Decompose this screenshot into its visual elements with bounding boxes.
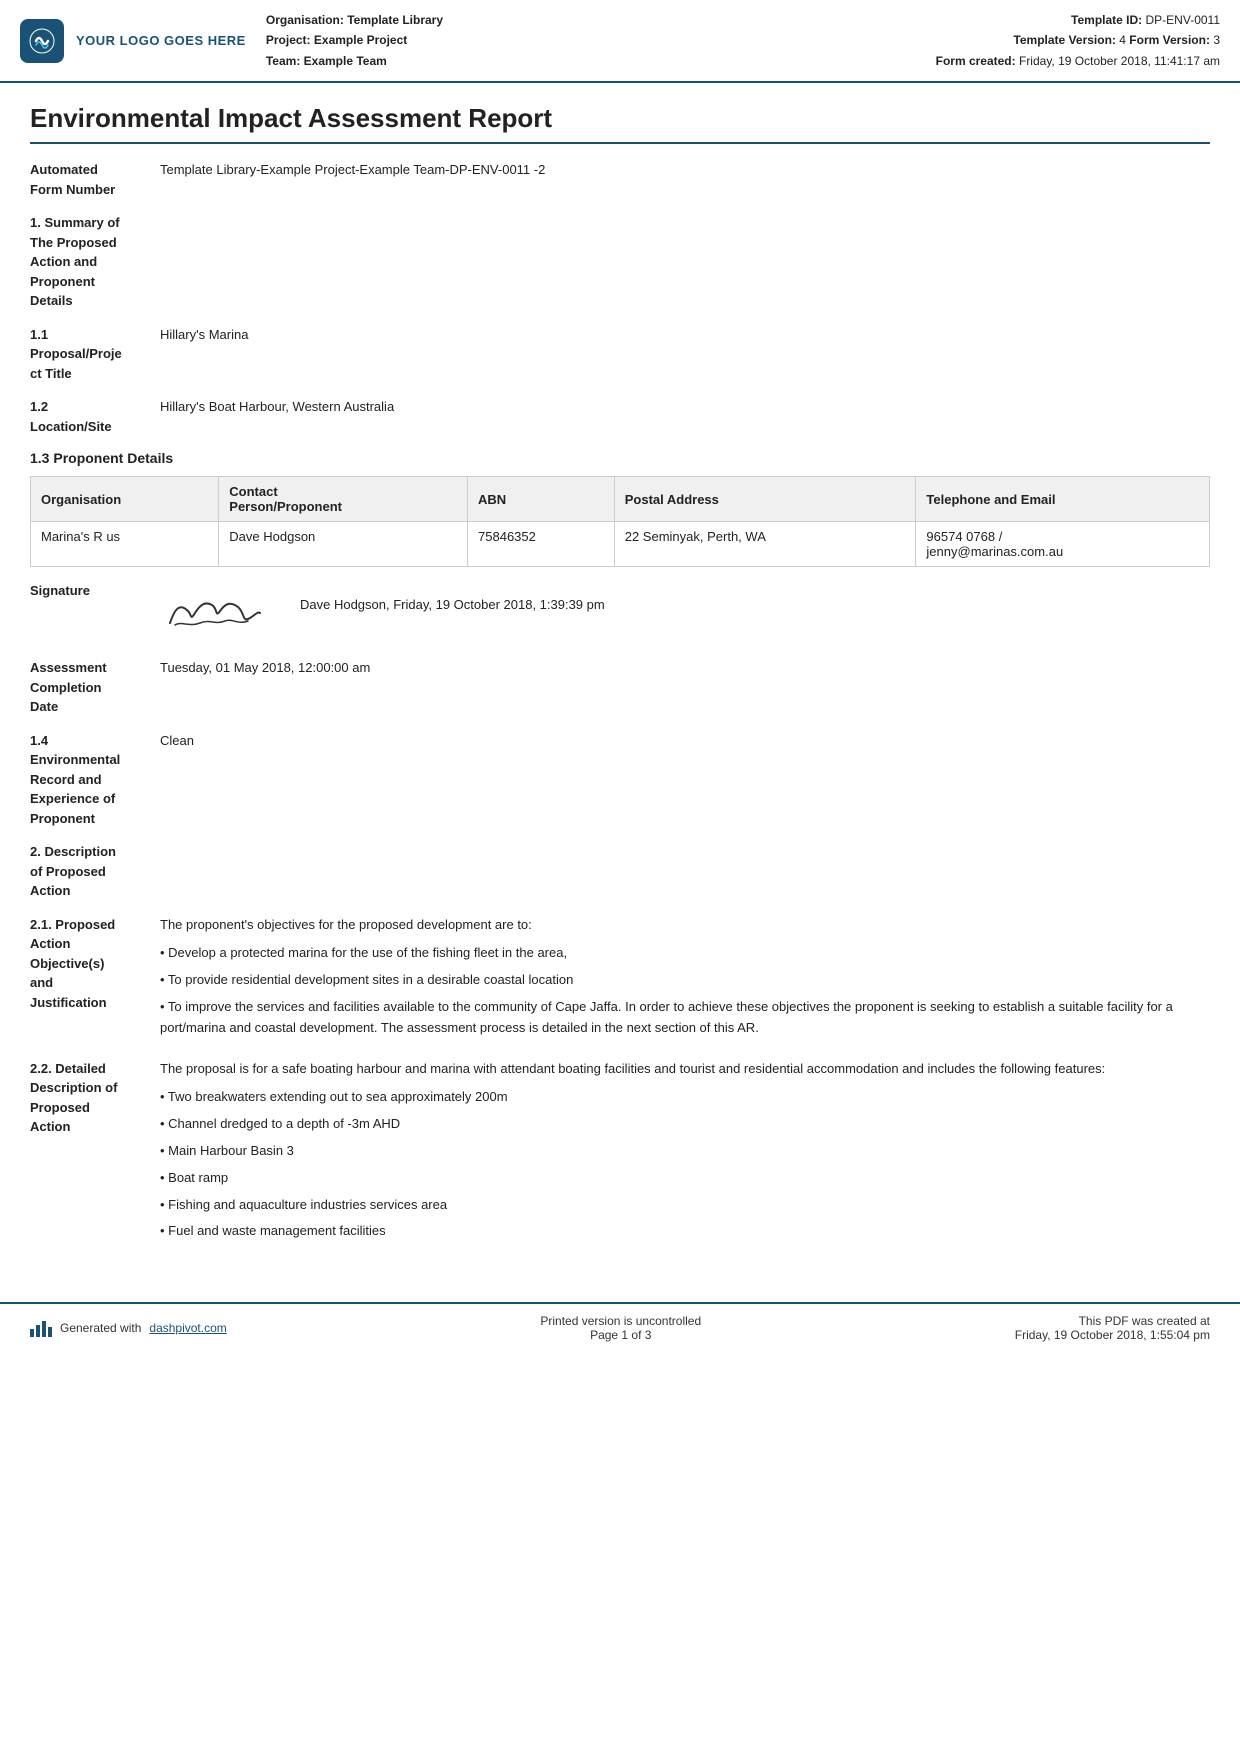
table-cell-organisation: Marina's R us (31, 522, 219, 567)
automated-form-number-label: AutomatedForm Number (30, 160, 160, 199)
team-label: Team: (266, 54, 300, 68)
logo-section: YOUR LOGO GOES HERE (20, 10, 246, 71)
footer-right: This PDF was created at Friday, 19 Octob… (1015, 1314, 1210, 1342)
field-1-4-row: 1.4EnvironmentalRecord andExperience ofP… (30, 731, 1210, 829)
template-version-label: Template Version: (1013, 33, 1115, 47)
bullet-2-1-3: • To improve the services and facilities… (160, 997, 1210, 1039)
form-version-label: Form Version: (1129, 33, 1210, 47)
field-1-2-label: 1.2Location/Site (30, 397, 160, 436)
section1-row: 1. Summary ofThe ProposedAction andPropo… (30, 213, 1210, 311)
field-1-1-label: 1.1Proposal/Project Title (30, 325, 160, 384)
bar-4 (48, 1327, 52, 1337)
main-content: Environmental Impact Assessment Report A… (0, 83, 1240, 1282)
form-created-value: Friday, 19 October 2018, 11:41:17 am (1019, 54, 1220, 68)
section-1-3-heading: 1.3 Proponent Details (30, 450, 1210, 466)
footer-pdf-created-1: This PDF was created at (1015, 1314, 1210, 1328)
table-header-postal: Postal Address (614, 477, 916, 522)
field-1-4-value: Clean (160, 731, 1210, 829)
field-2-2-label: 2.2. DetailedDescription ofProposedActio… (30, 1059, 160, 1249)
bullet-2-2-6: • Fuel and waste management facilities (160, 1221, 1210, 1242)
bar-1 (30, 1329, 34, 1337)
signature-row: Signature Dave Hodgson, Friday, 19 Octob… (30, 583, 1210, 638)
org-label: Organisation: (266, 13, 344, 27)
field-2-1-value: The proponent's objectives for the propo… (160, 915, 1210, 1045)
table-header-organisation: Organisation (31, 477, 219, 522)
field-2-2-row: 2.2. DetailedDescription ofProposedActio… (30, 1059, 1210, 1249)
header-meta: Organisation: Template Library Project: … (266, 10, 916, 71)
table-cell-postal: 22 Seminyak, Perth, WA (614, 522, 916, 567)
proponent-table: Organisation ContactPerson/Proponent ABN… (30, 476, 1210, 567)
table-row: Marina's R us Dave Hodgson 75846352 22 S… (31, 522, 1210, 567)
field-1-2-row: 1.2Location/Site Hillary's Boat Harbour,… (30, 397, 1210, 436)
footer-left: Generated with dashpivot.com (30, 1319, 227, 1337)
table-header-telephone: Telephone and Email (916, 477, 1210, 522)
field-2-2-intro: The proposal is for a safe boating harbo… (160, 1059, 1210, 1080)
bullet-2-2-2: • Channel dredged to a depth of -3m AHD (160, 1114, 1210, 1135)
template-id-value: DP-ENV-0011 (1146, 13, 1220, 27)
bar-2 (36, 1325, 40, 1337)
section2-row: 2. Descriptionof ProposedAction (30, 842, 1210, 901)
footer-center: Printed version is uncontrolled Page 1 o… (540, 1314, 701, 1342)
bullet-2-1-2: • To provide residential development sit… (160, 970, 1210, 991)
bar-3 (42, 1321, 46, 1337)
section2-label: 2. Descriptionof ProposedAction (30, 842, 160, 901)
bullet-2-2-4: • Boat ramp (160, 1168, 1210, 1189)
field-2-2-value: The proposal is for a safe boating harbo… (160, 1059, 1210, 1249)
footer-pdf-created-2: Friday, 19 October 2018, 1:55:04 pm (1015, 1328, 1210, 1342)
project-value: Example Project (314, 33, 407, 47)
org-value: Template Library (347, 13, 443, 27)
footer-bars-icon (30, 1319, 52, 1337)
project-label: Project: (266, 33, 311, 47)
footer-print-notice: Printed version is uncontrolled (540, 1314, 701, 1328)
section2-value (160, 842, 1210, 901)
field-2-1-label: 2.1. ProposedActionObjective(s)andJustif… (30, 915, 160, 1045)
section1-value (160, 213, 1210, 311)
assessment-completion-label: AssessmentCompletionDate (30, 658, 160, 717)
bullet-2-2-5: • Fishing and aquaculture industries ser… (160, 1195, 1210, 1216)
form-created-label: Form created: (936, 54, 1016, 68)
assessment-completion-value: Tuesday, 01 May 2018, 12:00:00 am (160, 658, 1210, 717)
signature-image (160, 583, 270, 638)
logo-icon (20, 19, 64, 63)
footer-generated-text: Generated with (60, 1321, 141, 1335)
template-id-label: Template ID: (1071, 13, 1142, 27)
automated-form-number-value: Template Library-Example Project-Example… (160, 160, 1210, 199)
field-1-1-value: Hillary's Marina (160, 325, 1210, 384)
report-title: Environmental Impact Assessment Report (30, 103, 1210, 144)
table-cell-telephone: 96574 0768 /jenny@marinas.com.au (916, 522, 1210, 567)
table-header-abn: ABN (468, 477, 615, 522)
bullet-2-1-1: • Develop a protected marina for the use… (160, 943, 1210, 964)
template-version-value: 4 (1119, 33, 1126, 47)
field-1-4-label: 1.4EnvironmentalRecord andExperience ofP… (30, 731, 160, 829)
logo-text: YOUR LOGO GOES HERE (76, 33, 246, 48)
field-2-1-intro: The proponent's objectives for the propo… (160, 915, 1210, 936)
signature-detail: Dave Hodgson, Friday, 19 October 2018, 1… (300, 583, 605, 612)
page-header: YOUR LOGO GOES HERE Organisation: Templa… (0, 0, 1240, 83)
footer-link[interactable]: dashpivot.com (149, 1321, 226, 1335)
field-2-1-row: 2.1. ProposedActionObjective(s)andJustif… (30, 915, 1210, 1045)
table-cell-abn: 75846352 (468, 522, 615, 567)
field-1-1-row: 1.1Proposal/Project Title Hillary's Mari… (30, 325, 1210, 384)
section1-label: 1. Summary ofThe ProposedAction andPropo… (30, 213, 160, 311)
assessment-completion-row: AssessmentCompletionDate Tuesday, 01 May… (30, 658, 1210, 717)
signature-content: Dave Hodgson, Friday, 19 October 2018, 1… (160, 583, 1210, 638)
signature-label: Signature (30, 583, 160, 598)
team-value: Example Team (304, 54, 387, 68)
header-id: Template ID: DP-ENV-0011 Template Versio… (936, 10, 1220, 71)
form-version-value: 3 (1213, 33, 1220, 47)
bullet-2-2-3: • Main Harbour Basin 3 (160, 1141, 1210, 1162)
page-footer: Generated with dashpivot.com Printed ver… (0, 1302, 1240, 1352)
automated-form-number-row: AutomatedForm Number Template Library-Ex… (30, 160, 1210, 199)
table-header-contact: ContactPerson/Proponent (219, 477, 468, 522)
bullet-2-2-1: • Two breakwaters extending out to sea a… (160, 1087, 1210, 1108)
table-cell-contact: Dave Hodgson (219, 522, 468, 567)
field-1-2-value: Hillary's Boat Harbour, Western Australi… (160, 397, 1210, 436)
footer-page-number: Page 1 of 3 (540, 1328, 701, 1342)
